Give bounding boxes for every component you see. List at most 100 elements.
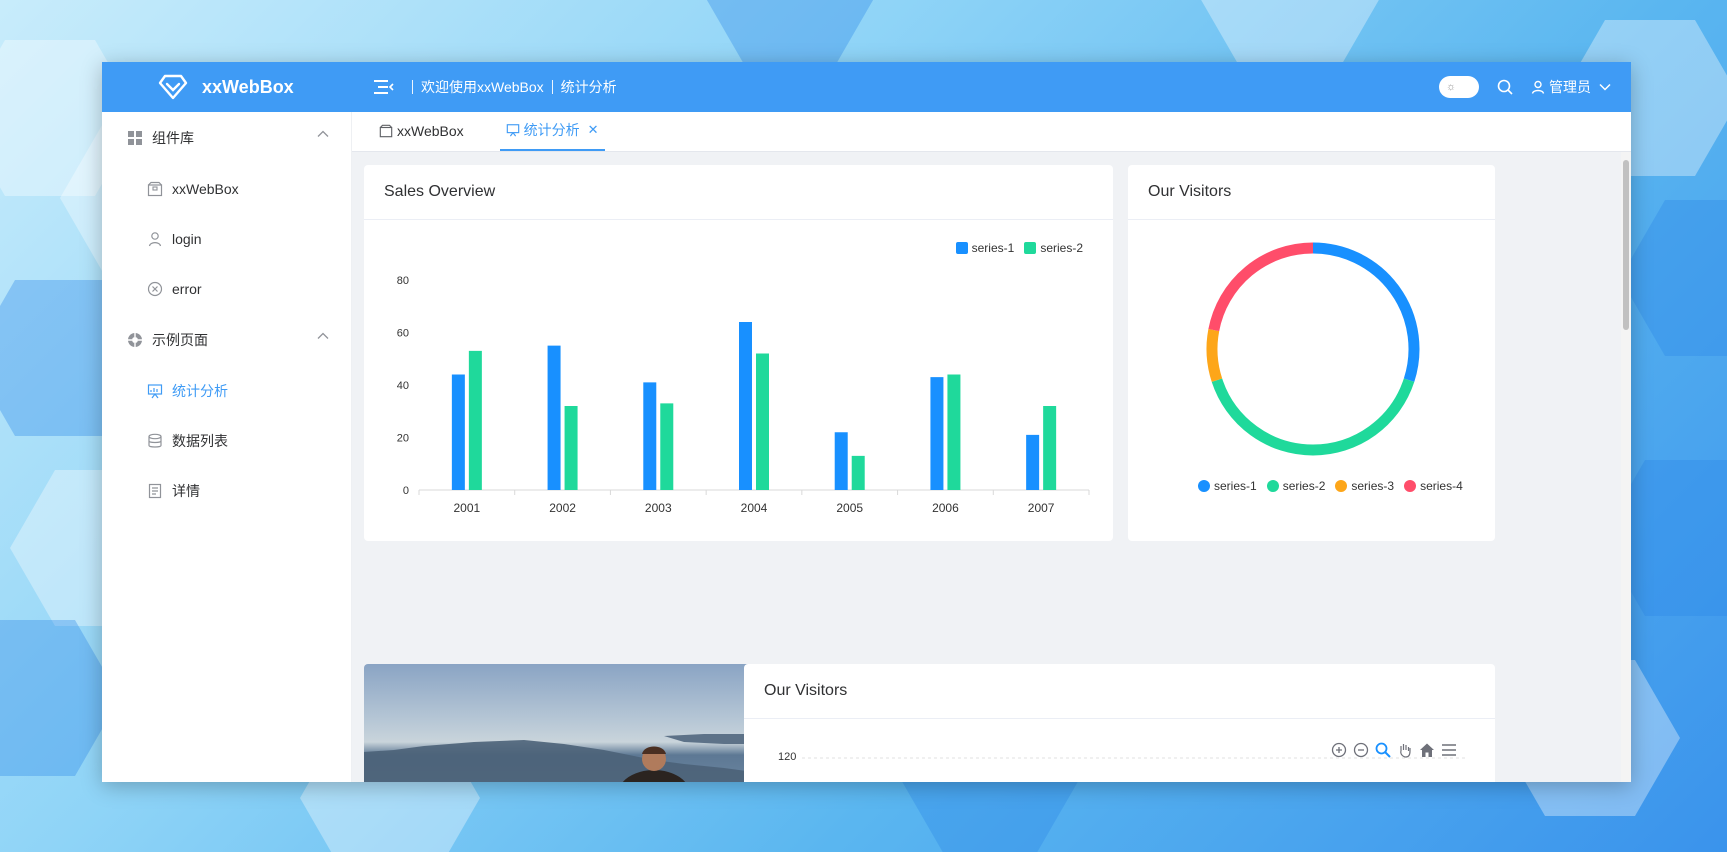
box-icon (379, 124, 393, 138)
breadcrumb-item-home[interactable]: 欢迎使用xxWebBox (421, 77, 544, 97)
sidebar-item-login[interactable]: login (102, 214, 351, 264)
sun-icon: ☼ (1445, 81, 1457, 93)
sidebar-item-label: xxWebBox (172, 181, 239, 197)
sidebar-item-error[interactable]: error (102, 264, 351, 314)
donut-legend: series-1 series-2 series-3 series-4 (1198, 479, 1463, 493)
legend-item-series-2[interactable]: series-2 (1024, 241, 1083, 255)
legend-item-series-1[interactable]: series-1 (955, 241, 1015, 255)
chevron-up-icon (317, 130, 329, 137)
sidebar-item-label: 统计分析 (172, 383, 228, 399)
legend-item-series-3[interactable]: series-3 (1335, 479, 1394, 493)
logo-icon (158, 74, 188, 100)
donut-slice-series-2[interactable] (1211, 378, 1415, 456)
visitors-area-chart (802, 757, 1467, 759)
user-icon (147, 231, 163, 247)
bar-series-2-2001[interactable] (468, 350, 482, 490)
content-scrollbar[interactable] (1621, 152, 1631, 782)
breadcrumb-divider (551, 80, 553, 94)
main-content: Sales Overview series-1 series-2 0 20 40 60… (352, 152, 1621, 782)
breadcrumb: 欢迎使用xxWebBox 统计分析 (404, 77, 617, 97)
legend-item-series-1[interactable]: series-1 (1198, 479, 1257, 493)
legend-item-series-2[interactable]: series-2 (1266, 479, 1325, 493)
photo-illustration (364, 734, 769, 782)
y-tick-label: 80 (397, 275, 409, 287)
user-menu[interactable]: 管理员 (1531, 77, 1611, 97)
bar-series-2-2003[interactable] (660, 403, 674, 490)
sales-bar-chart: 0 20 40 60 80 2001 2002 2003 2004 2005 2006 2007 (397, 275, 1090, 515)
search-icon[interactable] (1497, 79, 1513, 95)
tab-bar: xxWebBox 统计分析 ✕ (352, 112, 1631, 152)
presentation-chart-icon (147, 383, 163, 399)
x-tick-label: 2005 (836, 501, 863, 515)
sidebar-item-label: login (172, 231, 202, 247)
legend-label: series-4 (1420, 479, 1463, 493)
bar-series-1-2002[interactable] (547, 345, 561, 490)
breadcrumb-divider (412, 80, 413, 94)
legend-swatch (955, 242, 968, 254)
tab-xxwebbox[interactable]: xxWebBox (373, 111, 470, 151)
database-icon (147, 433, 163, 449)
sales-overview-card: Sales Overview series-1 series-2 0 20 40 60… (364, 165, 1113, 541)
bar-series-1-2006[interactable] (930, 377, 944, 490)
sidebar-group-examples[interactable]: 示例页面 (102, 314, 351, 366)
tab-label: 统计分析 (523, 122, 580, 138)
sidebar-item-label: error (172, 281, 202, 297)
sidebar-item-label: 数据列表 (172, 433, 228, 449)
theme-toggle[interactable]: ☼ (1439, 76, 1479, 98)
bar-series-2-2004[interactable] (756, 353, 769, 491)
sidebar-group-components[interactable]: 组件库 (102, 112, 351, 164)
legend-label: series-1 (971, 241, 1015, 255)
app-window: xxWebBox 欢迎使用xxWebBox 统计分析 ☼ 管理员 组件库 xxW… (102, 62, 1631, 782)
circle-x-icon (147, 281, 163, 297)
bar-series-2-2002[interactable] (564, 406, 578, 490)
user-name: 管理员 (1549, 79, 1591, 95)
scrollbar-thumb[interactable] (1623, 160, 1629, 330)
brand[interactable]: xxWebBox (102, 74, 352, 100)
x-tick-label: 2004 (741, 501, 768, 515)
bar-series-1-2004[interactable] (739, 322, 752, 490)
sidebar-item-statistics[interactable]: 统计分析 (102, 366, 351, 416)
bar-series-1-2001[interactable] (451, 374, 465, 491)
y-tick-label: 40 (397, 380, 409, 392)
donut-slice-series-4[interactable] (1208, 242, 1314, 332)
sidebar-item-xxwebbox[interactable]: xxWebBox (102, 164, 351, 214)
legend-label: series-2 (1040, 241, 1083, 255)
document-icon (147, 483, 163, 499)
sidebar-item-data-list[interactable]: 数据列表 (102, 416, 351, 466)
card-title: Sales Overview (364, 165, 1113, 220)
bar-series-1-2003[interactable] (643, 382, 657, 490)
top-header: xxWebBox 欢迎使用xxWebBox 统计分析 ☼ 管理员 (102, 62, 1631, 112)
x-tick-label: 2006 (932, 501, 959, 515)
tab-statistics[interactable]: 统计分析 ✕ (499, 111, 605, 151)
sidebar-group-label: 示例页面 (152, 332, 208, 348)
legend-item-series-4[interactable]: series-4 (1404, 479, 1463, 493)
x-tick-label: 2002 (549, 501, 576, 515)
sidebar-item-details[interactable]: 详情 (102, 466, 351, 516)
header-actions: ☼ 管理员 (1439, 62, 1611, 112)
close-icon[interactable]: ✕ (588, 122, 599, 138)
visitors-area-card: Our Visitors 120 (744, 664, 1495, 782)
bar-series-2-2006[interactable] (947, 374, 961, 491)
legend-dot (1404, 480, 1417, 492)
aperture-icon (128, 333, 142, 347)
bar-series-1-2005[interactable] (834, 432, 848, 490)
sidebar: 组件库 xxWebBox login error 示例页面 统计分析 数据列表 … (102, 112, 352, 782)
donut-slice-series-1[interactable] (1312, 242, 1420, 382)
visitors-donut-card: Our Visitors series-1 series-2 series-3 (1128, 165, 1495, 541)
menu-fold-icon[interactable] (374, 79, 394, 95)
y-tick-label: 60 (397, 328, 409, 340)
legend-label: series-1 (1214, 479, 1257, 493)
y-tick-label: 20 (397, 433, 409, 445)
legend-label: series-3 (1351, 479, 1395, 493)
app-title: xxWebBox (202, 76, 294, 97)
bar-series-2-2007[interactable] (1043, 406, 1057, 490)
card-title: Our Visitors (1128, 165, 1495, 220)
donut-slice-series-3[interactable] (1206, 329, 1223, 382)
user-icon (1531, 80, 1545, 94)
legend-dot (1198, 480, 1210, 492)
tab-label: xxWebBox (397, 123, 464, 139)
breadcrumb-item-current: 统计分析 (560, 79, 617, 95)
grid-icon (128, 131, 142, 145)
bar-series-2-2005[interactable] (851, 455, 865, 490)
bar-series-1-2007[interactable] (1026, 434, 1040, 490)
